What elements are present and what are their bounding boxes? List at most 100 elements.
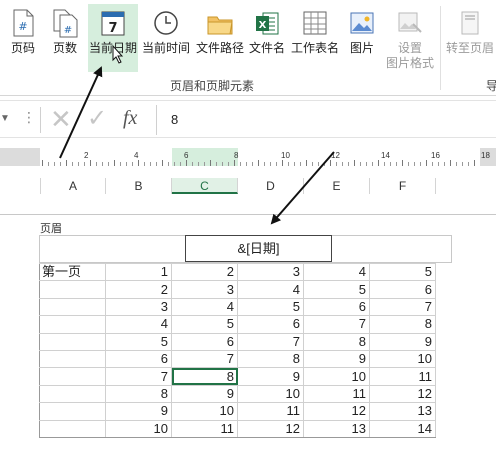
grid-cell[interactable]: 5 (369, 262, 436, 282)
calendar-icon: 7 (101, 11, 125, 36)
cell-a[interactable]: 第一页 (39, 262, 106, 282)
grid-cell[interactable]: 10 (171, 402, 238, 421)
grid-cell[interactable]: 2 (171, 262, 238, 282)
column-header-e[interactable]: E (304, 178, 370, 194)
grid-cell[interactable]: 6 (303, 297, 370, 317)
grid-cell[interactable]: 11 (237, 402, 304, 421)
file-path-button[interactable]: 文件路径 (194, 4, 246, 72)
ruler-tick (282, 160, 283, 166)
column-header-f[interactable]: F (370, 178, 436, 194)
grid-cell[interactable]: 4 (171, 297, 238, 317)
name-box-dropdown-icon[interactable]: ▼ (0, 113, 10, 124)
grid-cell[interactable]: 7 (105, 367, 172, 386)
excel-file-icon: X (256, 12, 279, 35)
grid-cell[interactable]: 12 (237, 419, 304, 438)
grid-cell[interactable]: 4 (303, 262, 370, 282)
grid-cell[interactable]: 2 (105, 280, 172, 299)
grid-cell[interactable]: 10 (105, 419, 172, 438)
grid-cell[interactable]: 6 (171, 332, 238, 351)
cell-a[interactable] (39, 297, 106, 317)
ruler-tick (420, 162, 421, 166)
ruler-tick (366, 162, 367, 166)
grid-cell[interactable]: 8 (105, 384, 172, 404)
insert-function-icon[interactable]: fx (123, 107, 137, 130)
ruler-tick (348, 162, 349, 166)
ruler-tick (192, 162, 193, 166)
grid-cell[interactable]: 9 (369, 332, 436, 351)
file-path-label: 文件路径 (195, 41, 244, 55)
cell-a[interactable] (39, 367, 106, 386)
grid-cell[interactable]: 7 (171, 349, 238, 369)
grid-cell[interactable]: 3 (237, 262, 304, 282)
grid-cell[interactable]: 14 (369, 419, 436, 438)
grid-cell[interactable]: 9 (105, 402, 172, 421)
file-name-button[interactable]: X 文件名 (247, 4, 287, 72)
cell-a[interactable] (39, 402, 106, 421)
cell-a[interactable] (39, 384, 106, 404)
grid-cell[interactable]: 12 (369, 384, 436, 404)
header-center-section[interactable]: &[日期] (185, 235, 332, 262)
ruler-tick (378, 160, 379, 166)
grid-cell[interactable]: 9 (171, 384, 238, 404)
formula-input[interactable]: 8 (156, 105, 496, 135)
sheet-name-button[interactable]: 工作表名 (289, 4, 341, 72)
grid-cell[interactable]: 4 (105, 315, 172, 334)
current-date-button[interactable]: 7 当前日期 (88, 4, 138, 72)
column-header-d[interactable]: D (238, 178, 304, 194)
cell-a[interactable] (39, 315, 106, 334)
grid-cell[interactable]: 4 (237, 280, 304, 299)
ruler-tick (330, 160, 331, 166)
grid-cell[interactable]: 12 (303, 402, 370, 421)
cell-a[interactable] (39, 349, 106, 369)
grid-cell[interactable]: 11 (171, 419, 238, 438)
grid-cell[interactable]: 9 (237, 367, 304, 386)
cell-a[interactable] (39, 332, 106, 351)
cell-a[interactable] (39, 419, 106, 438)
grid-cell[interactable]: 7 (237, 332, 304, 351)
ruler-tick (90, 160, 91, 166)
grid-cell[interactable]: 9 (303, 349, 370, 369)
picture-label: 图片 (349, 41, 374, 55)
grid-cell[interactable]: 10 (369, 349, 436, 369)
picture-button[interactable]: 图片 (343, 4, 381, 72)
column-header-c[interactable]: C (172, 178, 238, 194)
grid-cell[interactable]: 11 (369, 367, 436, 386)
grid-cell[interactable]: 7 (303, 315, 370, 334)
column-header-a[interactable]: A (40, 178, 106, 194)
picture-format-button[interactable]: 设置 图片格式 (382, 4, 438, 72)
grid-cell[interactable]: 8 (369, 315, 436, 334)
ruler-tick (276, 162, 277, 166)
grid-cell[interactable]: 8 (171, 367, 238, 386)
page-number-button[interactable]: # 页码 (4, 4, 42, 72)
grid-cell[interactable]: 8 (303, 332, 370, 351)
grid-cell[interactable]: 1 (105, 262, 172, 282)
ruler-tick (78, 162, 79, 166)
cancel-icon[interactable]: ✕ (50, 105, 72, 133)
grid-cell[interactable]: 10 (303, 367, 370, 386)
grid-cell[interactable]: 6 (369, 280, 436, 299)
grid-cell[interactable]: 10 (237, 384, 304, 404)
grid-cell[interactable]: 3 (105, 297, 172, 317)
grid-cell[interactable]: 13 (303, 419, 370, 438)
column-header-b[interactable]: B (106, 178, 172, 194)
grid-cell[interactable]: 3 (171, 280, 238, 299)
table-row: 45678 (39, 315, 436, 334)
enter-icon[interactable]: ✓ (87, 105, 107, 133)
cell-a[interactable] (39, 280, 106, 299)
grid-cell[interactable]: 5 (237, 297, 304, 317)
grid-cell[interactable]: 6 (105, 349, 172, 369)
grid-cell[interactable]: 13 (369, 402, 436, 421)
grid-cell[interactable]: 11 (303, 384, 370, 404)
ruler-tick (210, 160, 211, 166)
page-count-button[interactable]: # 页数 (46, 4, 84, 72)
current-time-button[interactable]: 当前时间 (140, 4, 192, 72)
grid-cell[interactable]: 5 (171, 315, 238, 334)
grid-cell[interactable]: 5 (105, 332, 172, 351)
svg-text:#: # (64, 25, 72, 36)
goto-header-button[interactable]: 转至页眉 (444, 4, 496, 72)
grid-cell[interactable]: 7 (369, 297, 436, 317)
grid-cell[interactable]: 8 (237, 349, 304, 369)
grid-cell[interactable]: 5 (303, 280, 370, 299)
grid-cell[interactable]: 6 (237, 315, 304, 334)
table-row: 7 8 9 10 11 (39, 367, 436, 386)
